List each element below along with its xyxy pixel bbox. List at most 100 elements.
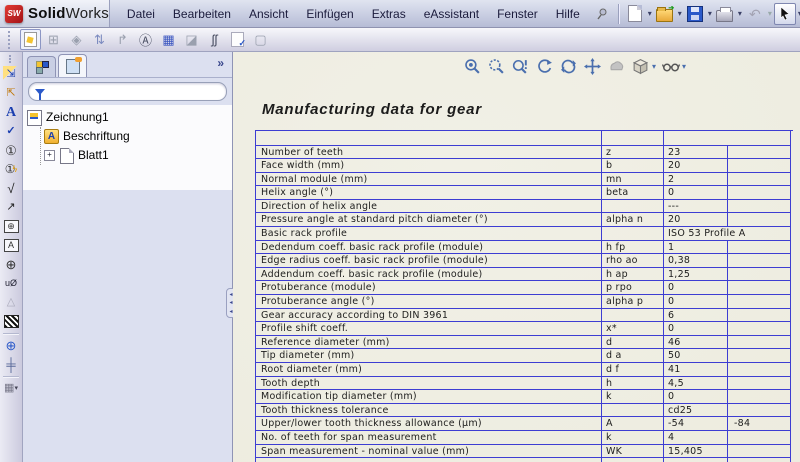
- table-cell: h: [602, 377, 664, 391]
- broken-out-section-icon[interactable]: ◪: [181, 29, 202, 50]
- select-cursor-icon[interactable]: [774, 3, 796, 25]
- table-row: Tip diameter (mm)d a50: [256, 349, 793, 363]
- zoom-to-area-icon[interactable]: [487, 57, 506, 76]
- table-cell: [728, 390, 791, 404]
- toolbar-grip[interactable]: [8, 31, 15, 49]
- tables-icon[interactable]: ▦▾: [3, 380, 20, 397]
- table-cell: 4,5: [664, 377, 728, 391]
- menu-bearbeiten[interactable]: Bearbeiten: [164, 1, 240, 27]
- menu-eassistant[interactable]: eAssistant: [415, 1, 488, 27]
- zoom-in-out-icon[interactable]: [511, 57, 530, 76]
- smart-dimension-icon[interactable]: ⇲: [3, 66, 20, 83]
- tab-drawing-sheet[interactable]: [58, 54, 87, 77]
- table-cell: [728, 349, 791, 363]
- section-view-icon[interactable]: ⇅: [89, 29, 110, 50]
- table-row: Tooth thickness tolerancecd25: [256, 404, 793, 418]
- tree-item-zeichnung1[interactable]: Zeichnung1: [27, 108, 232, 127]
- table-cell: ISO 53 Profile A: [664, 227, 791, 241]
- view-orientation-icon[interactable]: [631, 57, 650, 76]
- hole-callout-icon[interactable]: uØ: [3, 275, 20, 292]
- menu-datei[interactable]: Datei: [118, 1, 164, 27]
- filter-bar[interactable]: [28, 82, 227, 101]
- table-row: Profile shift coeff.x*0: [256, 322, 793, 336]
- table-cell: h ap: [602, 268, 664, 282]
- surface-finish-icon[interactable]: √: [3, 180, 20, 197]
- table-cell: [728, 241, 791, 255]
- save-dropdown[interactable]: ▾: [707, 9, 713, 18]
- table-cell: [728, 254, 791, 268]
- view-orientation-dropdown[interactable]: ▾: [652, 62, 656, 71]
- open-icon[interactable]: [654, 3, 676, 25]
- menu-extras[interactable]: Extras: [363, 1, 415, 27]
- display-options-icon[interactable]: [661, 57, 680, 76]
- balloon-icon[interactable]: ①: [3, 142, 20, 159]
- table-cell: [602, 404, 664, 418]
- tree-item-blatt1[interactable]: + Blatt1: [44, 146, 232, 165]
- center-mark-icon[interactable]: ⊕: [3, 337, 20, 354]
- undo-icon[interactable]: ↶: [744, 3, 766, 25]
- tab-featuremanager[interactable]: [27, 56, 56, 77]
- open-dropdown[interactable]: ▾: [677, 9, 683, 18]
- redraw-icon[interactable]: [559, 57, 578, 76]
- table-cell: 4: [664, 431, 728, 445]
- app-title: SolidWorks: [28, 5, 109, 22]
- zoom-to-fit-icon[interactable]: [463, 57, 482, 76]
- new-document-dropdown[interactable]: ▾: [647, 9, 653, 18]
- table-cell: 50: [664, 349, 728, 363]
- gear-table: Number of teethz23Face width (mm)b20Norm…: [255, 130, 793, 462]
- undo-dropdown[interactable]: ▾: [767, 9, 773, 18]
- rail-grip[interactable]: [9, 55, 13, 63]
- tree-item-label: Beschriftung: [63, 127, 130, 146]
- break-view-icon[interactable]: ʃʃ: [204, 29, 225, 50]
- weld-symbol-icon[interactable]: ↗: [3, 199, 20, 216]
- table-cell: [664, 131, 791, 146]
- datum-target-icon[interactable]: ⊕: [3, 256, 20, 273]
- geometric-tolerance-icon[interactable]: ⊕: [3, 218, 20, 235]
- chevron-expand-icon[interactable]: »: [217, 56, 224, 70]
- table-cell: [728, 281, 791, 295]
- 3d-drawing-view-icon[interactable]: [607, 57, 626, 76]
- panel-tab-bar: »: [23, 52, 232, 78]
- note-icon[interactable]: A: [3, 104, 20, 121]
- aligned-section-view-icon[interactable]: ↱: [112, 29, 133, 50]
- table-cell: [728, 295, 791, 309]
- menu-fenster[interactable]: Fenster: [488, 1, 547, 27]
- table-cell: 2: [664, 173, 728, 187]
- auto-balloon-icon[interactable]: ①ϟ: [3, 161, 20, 178]
- table-cell: 0: [664, 281, 728, 295]
- pan-icon[interactable]: [583, 57, 602, 76]
- save-icon[interactable]: [684, 3, 706, 25]
- centerline-icon[interactable]: ╪: [3, 356, 20, 373]
- featuremanager-tree-icon: [36, 61, 48, 73]
- new-document-icon[interactable]: [624, 3, 646, 25]
- pin-icon[interactable]: [591, 3, 613, 25]
- detail-view-icon[interactable]: Ⓐ: [135, 29, 156, 50]
- menu-hilfe[interactable]: Hilfe: [547, 1, 589, 27]
- tree-item-beschriftung[interactable]: A Beschriftung: [44, 127, 232, 146]
- model-view-icon[interactable]: [20, 29, 41, 50]
- table-cell: Face width (mm): [256, 159, 602, 173]
- feature-manager-panel: » Zeichnung1 A Beschriftung + Blatt1: [23, 52, 233, 462]
- datum-feature-icon[interactable]: A: [3, 237, 20, 254]
- rotate-view-icon[interactable]: [535, 57, 554, 76]
- spell-checker-icon[interactable]: ✓: [3, 123, 20, 140]
- auxiliary-view-icon[interactable]: ◈: [66, 29, 87, 50]
- projected-view-icon[interactable]: ⊞: [43, 29, 64, 50]
- menu-ansicht[interactable]: Ansicht: [240, 1, 297, 27]
- print-dropdown[interactable]: ▾: [737, 9, 743, 18]
- standard-3-view-icon[interactable]: ▦: [158, 29, 179, 50]
- model-items-icon[interactable]: ⇱: [3, 85, 20, 102]
- table-row: Reference diameter (mm)d46: [256, 336, 793, 350]
- display-options-dropdown[interactable]: ▾: [682, 62, 686, 71]
- table-cell: Span measurement - nominal value (mm): [256, 445, 602, 459]
- table-cell: Dedendum coeff. basic rack profile (modu…: [256, 241, 602, 255]
- area-hatch-icon[interactable]: [3, 313, 20, 330]
- expand-plus-icon[interactable]: +: [44, 150, 55, 161]
- table-cell: 1: [664, 241, 728, 255]
- revision-symbol-icon[interactable]: △: [3, 294, 20, 311]
- alternate-position-view-icon[interactable]: ▢: [250, 29, 271, 50]
- menu-einfuegen[interactable]: Einfügen: [297, 1, 362, 27]
- table-cell: Tip diameter (mm): [256, 349, 602, 363]
- crop-view-icon[interactable]: [227, 29, 248, 50]
- print-icon[interactable]: [714, 3, 736, 25]
